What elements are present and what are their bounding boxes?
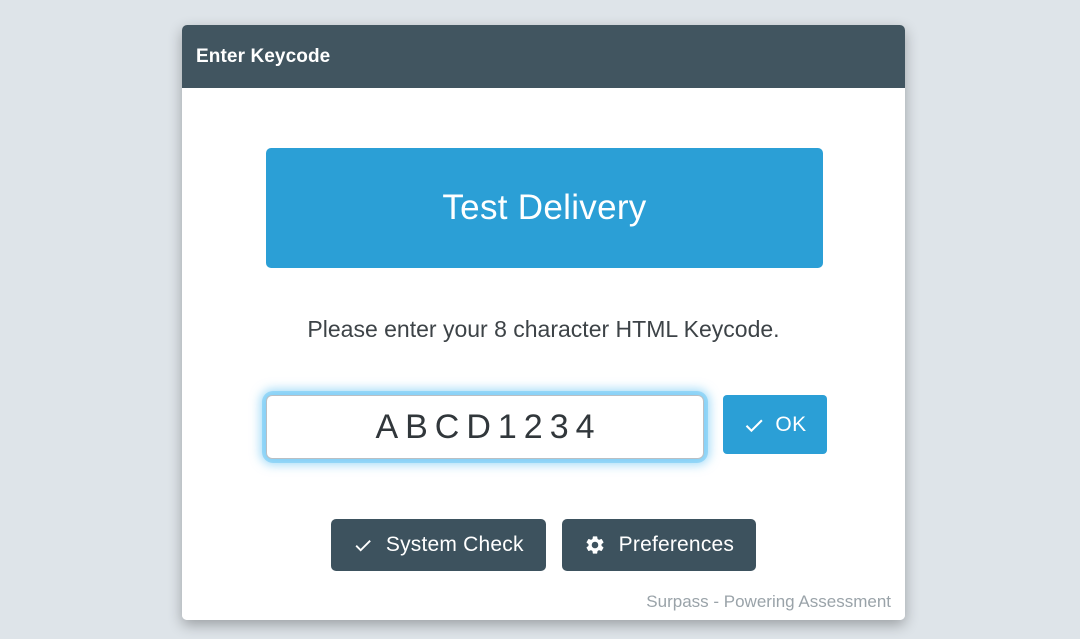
preferences-button-label: Preferences [618,533,735,556]
bottom-button-group: System Check Preferences [182,519,905,571]
keycode-input-wrapper [266,395,704,459]
dialog-title: Enter Keycode [196,45,331,67]
footer-branding: Surpass - Powering Assessment [646,592,891,611]
ok-button-label: OK [775,412,807,436]
check-icon [353,535,373,555]
system-check-button-label: System Check [385,533,524,556]
gear-icon [584,534,606,556]
dialog-header: Enter Keycode [182,25,905,88]
keycode-row: OK [266,395,827,459]
ok-button[interactable]: OK [723,395,827,454]
check-icon [743,414,765,436]
enter-keycode-dialog: Enter Keycode Test Delivery Please enter… [182,25,905,620]
banner-label: Test Delivery [442,188,647,227]
keycode-input[interactable] [266,395,704,459]
instruction-text: Please enter your 8 character HTML Keyco… [307,316,780,342]
dialog-body: Test Delivery Please enter your 8 charac… [182,88,905,620]
preferences-button[interactable]: Preferences [561,519,757,571]
test-delivery-banner: Test Delivery [266,148,823,268]
system-check-button[interactable]: System Check [330,519,546,571]
